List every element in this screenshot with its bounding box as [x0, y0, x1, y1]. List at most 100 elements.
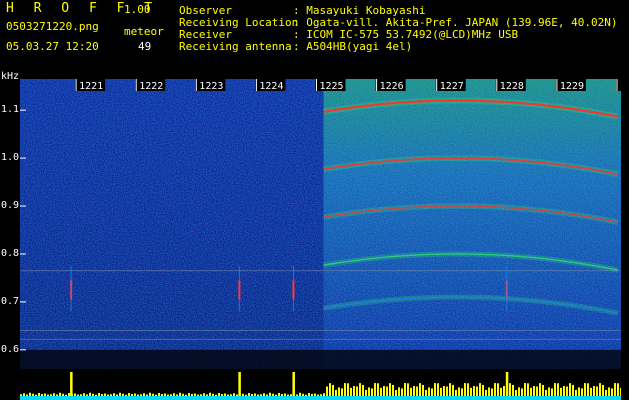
amplitude-bar: [101, 394, 103, 396]
time-tick-label: 1230: [620, 81, 621, 92]
amplitude-bar: [374, 383, 376, 396]
amplitude-bar: [557, 383, 559, 396]
amplitude-bar: [362, 384, 364, 396]
antenna-label: Receiving antenna: [179, 40, 292, 53]
amplitude-bar: [590, 387, 592, 396]
amplitude-bar: [134, 393, 136, 396]
amplitude-bar: [596, 386, 598, 396]
amplitude-bar: [128, 393, 130, 396]
app-version: 1.00: [124, 3, 151, 16]
y-axis-unit: kHz: [1, 71, 20, 82]
amplitude-bar: [50, 394, 52, 396]
y-tick-label: 0.9: [1, 200, 20, 212]
amplitude-bar: [602, 384, 604, 396]
amplitude-bar: [155, 394, 157, 396]
amplitude-bar: [587, 383, 589, 396]
amplitude-bar: [356, 386, 358, 396]
amplitude-bar: [503, 386, 505, 396]
amplitude-bar: [200, 394, 202, 396]
amplitude-bar: [425, 389, 427, 396]
amplitude-bar: [413, 386, 415, 396]
amplitude-bar: [245, 394, 247, 396]
amplitude-bar: [215, 394, 217, 396]
amplitude-bar: [86, 394, 88, 396]
amplitude-bar: [83, 393, 85, 396]
amplitude-bar: [476, 386, 478, 396]
amplitude-bar: [272, 393, 274, 396]
time-tick-label: 1229: [560, 81, 584, 92]
amplitude-bar: [410, 387, 412, 396]
amplitude-bar: [554, 383, 556, 396]
amplitude-bar: [509, 383, 511, 396]
amplitude-bar: [119, 392, 121, 396]
amplitude-bar: [539, 383, 541, 396]
amplitude-bar: [158, 393, 160, 396]
amplitude-bar: [41, 394, 43, 396]
amplitude-bar: [368, 387, 370, 396]
amplitude-bar: [518, 387, 520, 396]
amplitude-bar: [206, 394, 208, 396]
amplitude-bar: [365, 389, 367, 396]
amplitude-bar: [341, 388, 343, 396]
time-tick-label: 1225: [320, 81, 344, 92]
amplitude-content: [20, 372, 622, 400]
amplitude-bar: [125, 394, 127, 396]
amplitude-bar: [20, 394, 22, 396]
time-tick-label: 1227: [440, 81, 464, 92]
amplitude-bar: [305, 394, 307, 396]
amplitude-bar: [533, 386, 535, 396]
amplitude-bar: [455, 389, 457, 396]
amplitude-bar: [383, 386, 385, 396]
amplitude-bar: [617, 383, 619, 396]
amplitude-bar: [542, 384, 544, 396]
amplitude-bar: [173, 393, 175, 396]
y-tick-label: 1.0: [1, 152, 20, 164]
amplitude-bar: [338, 387, 340, 396]
meteor-count: 49: [138, 40, 152, 53]
amplitude-bar: [92, 393, 94, 396]
amplitude-bar: [278, 393, 280, 396]
amplitude-bar: [599, 383, 601, 396]
amplitude-bar: [344, 383, 346, 396]
amplitude-bar: [521, 388, 523, 396]
amplitude-bar: [116, 394, 118, 396]
amplitude-bar: [284, 393, 286, 396]
time-tick-label: 1224: [259, 81, 283, 92]
y-tick-label: 1.1: [1, 104, 20, 116]
amplitude-bar: [584, 383, 586, 396]
amplitude-bar: [464, 383, 466, 396]
amplitude-bar: [182, 393, 184, 396]
meteor-amplitude-spike: [292, 372, 295, 396]
amplitude-bar: [113, 393, 115, 396]
meteor-amplitude-spike: [70, 372, 73, 396]
y-tick-label: 0.6: [1, 343, 20, 355]
amplitude-bar: [416, 386, 418, 396]
amplitude-bar: [434, 383, 436, 396]
amplitude-bar: [275, 394, 277, 396]
image-filename: 0503271220.png: [6, 20, 99, 33]
amplitude-bar: [203, 393, 205, 396]
amplitude-bar: [194, 393, 196, 396]
amplitude-bar: [152, 393, 154, 396]
amplitude-bar: [350, 387, 352, 396]
amplitude-bar: [299, 392, 301, 396]
amplitude-bar: [251, 394, 253, 396]
amplitude-bar: [131, 394, 133, 396]
amplitude-bar: [248, 393, 250, 396]
amplitude-bar: [398, 387, 400, 396]
amplitude-bar: [269, 392, 271, 396]
amplitude-bar: [77, 394, 79, 396]
amplitude-baseline: [20, 396, 621, 400]
amplitude-bar: [26, 394, 28, 396]
amplitude-bar: [188, 393, 190, 396]
amplitude-bar: [191, 394, 193, 396]
amplitude-bar: [347, 383, 349, 396]
amplitude-bar: [290, 394, 292, 396]
amplitude-bar: [62, 393, 64, 396]
amplitude-bar: [197, 394, 199, 396]
amplitude-bar: [185, 394, 187, 396]
amplitude-bar: [548, 387, 550, 396]
amplitude-bar: [512, 384, 514, 396]
amplitude-bar: [461, 388, 463, 396]
amplitude-bar: [161, 394, 163, 396]
